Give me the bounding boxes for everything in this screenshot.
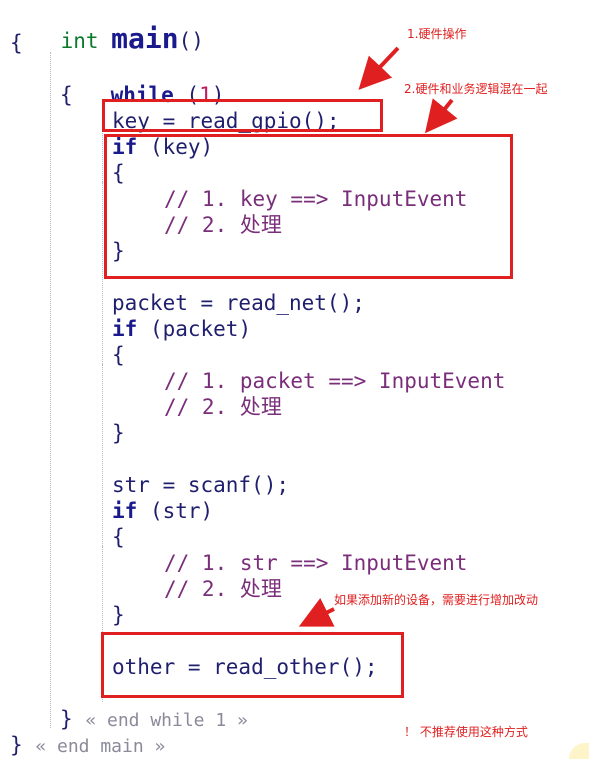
- brace: }: [112, 603, 125, 627]
- comment-text: // 2. 处理: [164, 395, 282, 419]
- indent-guide-if-packet: [102, 364, 103, 416]
- code-line-brace: }: [112, 602, 125, 628]
- condition: (packet): [137, 317, 252, 341]
- function-name-main: main: [111, 22, 179, 55]
- brace: }: [112, 421, 125, 445]
- comment-text: // 1. str ==> InputEvent: [164, 551, 468, 575]
- indent-guide-if-key: [102, 182, 103, 234]
- parens: (): [178, 29, 204, 53]
- highlight-box-mixed-logic: [104, 134, 513, 279]
- code-line-end-main: } « end main »: [10, 732, 165, 758]
- annotation-hardware-operation: 1.硬件操作: [407, 27, 467, 41]
- brace: {: [112, 525, 125, 549]
- code-line-if-str: if (str): [112, 498, 213, 524]
- highlight-box-hardware-call: [102, 99, 383, 132]
- code-comment: // 2. 处理: [164, 576, 282, 602]
- comment-text: // 2. 处理: [164, 577, 282, 601]
- annotation-not-recommended: ！ 不推荐使用这种方式: [404, 725, 528, 739]
- code-comment: // 1. packet ==> InputEvent: [164, 368, 505, 394]
- code-line-brace: }: [112, 420, 125, 446]
- end-main-label: « end main »: [35, 736, 166, 757]
- code-line-if-packet: if (packet): [112, 316, 251, 342]
- code-line-brace: {: [112, 342, 125, 368]
- comment-text: // 1. packet ==> InputEvent: [164, 369, 506, 393]
- highlight-box-new-device: [101, 632, 404, 698]
- annotation-mixed-logic: 2.硬件和业务逻辑混在一起: [404, 82, 548, 96]
- end-while-label: « end while 1 »: [85, 710, 248, 731]
- statement: packet = read_net();: [112, 291, 365, 315]
- code-comment: // 1. str ==> InputEvent: [164, 550, 467, 576]
- brace: {: [112, 343, 125, 367]
- condition: (str): [137, 499, 214, 523]
- brace: }: [60, 707, 73, 731]
- code-line-scanf: str = scanf();: [112, 472, 289, 498]
- indent-guide-if-str: [102, 546, 103, 598]
- code-line-end-while: } « end while 1 »: [60, 706, 248, 732]
- brace: {: [60, 83, 73, 107]
- code-line-while: while (1): [60, 56, 225, 107]
- code-line-while-open-brace: {: [60, 82, 73, 108]
- keyword-if: if: [112, 317, 138, 341]
- brace: {: [10, 31, 23, 55]
- code-line-read-net: packet = read_net();: [112, 290, 365, 316]
- annotation-new-device: 如果添加新的设备，需要进行增加改动: [334, 593, 539, 607]
- brace: }: [10, 733, 23, 757]
- indent-guide-main: [50, 52, 51, 728]
- code-line-brace: {: [112, 524, 125, 550]
- code-line-main-open-brace: {: [10, 30, 23, 56]
- keyword-int: int: [60, 29, 99, 53]
- statement: str = scanf();: [112, 473, 290, 497]
- keyword-if: if: [112, 499, 138, 523]
- code-line-main-signature: int main(): [10, 0, 204, 54]
- code-comment: // 2. 处理: [164, 394, 282, 420]
